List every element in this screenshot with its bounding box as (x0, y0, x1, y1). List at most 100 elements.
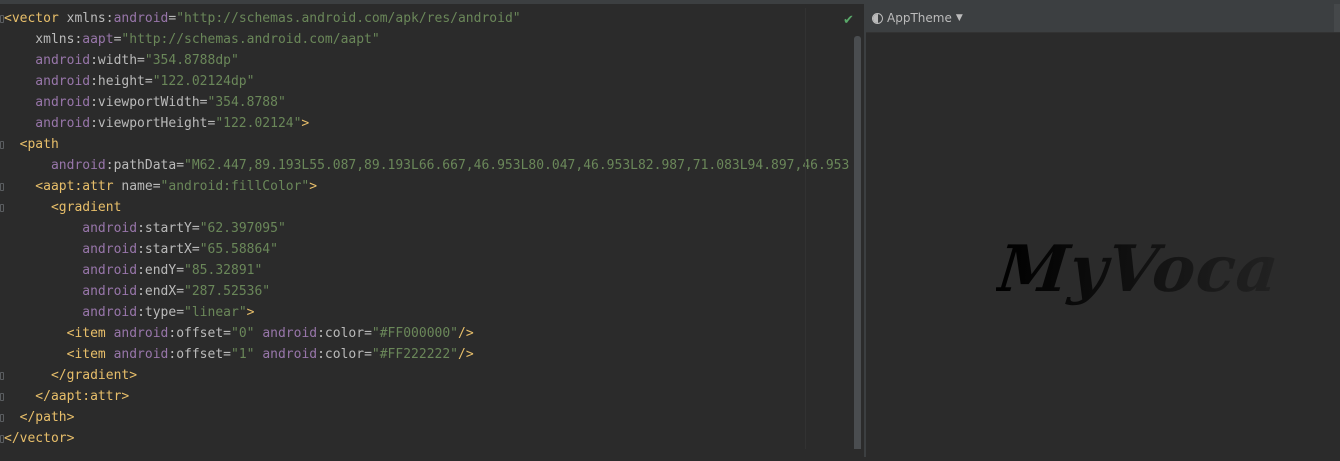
theme-icon (872, 12, 883, 24)
code-line[interactable]: android:type="linear"> (4, 302, 864, 323)
code-line[interactable]: <vector xmlns:android="http://schemas.an… (4, 8, 864, 29)
code-token: "M62.447,89.193L55.087,89.193L66.667,46.… (184, 158, 850, 173)
fold-marker-icon[interactable] (0, 435, 4, 443)
code-line[interactable]: android:viewportHeight="122.02124"> (4, 113, 864, 134)
code-token: android (4, 53, 91, 68)
code-token: android (4, 158, 106, 173)
code-token: "android:fillColor" (160, 179, 310, 194)
code-token: "65.58864" (199, 242, 278, 257)
code-line[interactable]: xmlns:aapt="http://schemas.android.com/a… (4, 29, 864, 50)
code-line[interactable]: android:startY="62.397095" (4, 218, 864, 239)
code-token: > (309, 179, 318, 194)
code-token: /> (458, 347, 474, 362)
code-token: android (4, 74, 91, 89)
code-token: android (113, 11, 169, 26)
code-token: :startY= (137, 221, 200, 236)
code-token: xmlns: (4, 32, 83, 47)
code-token: "85.32891" (184, 263, 263, 278)
code-token: :type= (137, 305, 185, 320)
code-line[interactable]: android:width="354.8788dp" (4, 50, 864, 71)
code-token: "354.8788dp" (144, 53, 239, 68)
code-token: </gradient> (4, 368, 138, 383)
code-token: android (4, 242, 138, 257)
code-token: :height= (90, 74, 153, 89)
code-token: android (4, 305, 138, 320)
code-token: android (4, 116, 91, 131)
code-token: </path> (4, 410, 75, 425)
code-token: "62.397095" (199, 221, 286, 236)
code-token: android (113, 347, 169, 362)
code-token: aapt (82, 32, 114, 47)
fold-marker-icon[interactable] (0, 204, 4, 212)
code-token: "122.02124" (215, 116, 302, 131)
code-token: <item (4, 326, 114, 341)
theme-selector[interactable]: AppTheme ▼ (872, 9, 963, 27)
code-token: android (4, 95, 91, 110)
code-line[interactable]: android:height="122.02124dp" (4, 71, 864, 92)
vertical-scrollbar[interactable] (854, 36, 861, 461)
code-token: :offset= (168, 347, 231, 362)
code-line[interactable]: android:viewportWidth="354.8788" (4, 92, 864, 113)
code-token: <gradient (4, 200, 122, 215)
code-token: "http://schemas.android.com/apk/res/andr… (176, 11, 521, 26)
fold-marker-icon[interactable] (0, 414, 4, 422)
code-token: :offset= (168, 326, 231, 341)
code-token: </aapt:attr> (4, 389, 130, 404)
code-token: android (262, 326, 318, 341)
code-line[interactable]: </gradient> (4, 365, 864, 386)
code-line[interactable]: </aapt:attr> (4, 386, 864, 407)
code-line[interactable]: <aapt:attr name="android:fillColor"> (4, 176, 864, 197)
code-token: :endX= (137, 284, 185, 299)
code-token: name= (121, 179, 161, 194)
code-token: android (262, 347, 318, 362)
code-line[interactable]: </path> (4, 407, 864, 428)
code-token: <path (4, 137, 59, 152)
code-line[interactable]: android:endX="287.52536" (4, 281, 864, 302)
code-token: "http://schemas.android.com/aapt" (121, 32, 380, 47)
code-token: android (113, 326, 169, 341)
code-line[interactable]: <gradient (4, 197, 864, 218)
code-token: :width= (90, 53, 145, 68)
code-token: "0" (231, 326, 263, 341)
code-token: > (246, 305, 255, 320)
code-token: android (4, 221, 138, 236)
code-token: :viewportWidth= (90, 95, 208, 110)
code-token: :startX= (137, 242, 200, 257)
fold-marker-icon[interactable] (0, 141, 4, 149)
code-token: "linear" (184, 305, 247, 320)
right-margin-guide (805, 8, 806, 449)
code-token: <aapt:attr (4, 179, 122, 194)
code-editor[interactable]: <vector xmlns:android="http://schemas.an… (0, 4, 864, 461)
code-token: "#FF000000" (371, 326, 458, 341)
code-line[interactable]: android:endY="85.32891" (4, 260, 864, 281)
code-token: android (4, 263, 138, 278)
check-icon[interactable]: ✔ (843, 13, 854, 28)
fold-marker-icon[interactable] (0, 393, 4, 401)
code-token: /> (458, 326, 474, 341)
code-token: :pathData= (105, 158, 185, 173)
horizontal-scrollbar[interactable] (0, 449, 864, 461)
code-line[interactable]: <item android:offset="0" android:color="… (4, 323, 864, 344)
code-line[interactable]: android:startX="65.58864" (4, 239, 864, 260)
code-line[interactable]: android:pathData="M62.447,89.193L55.087,… (4, 155, 864, 176)
code-token: > (301, 116, 310, 131)
code-token: "#FF222222" (371, 347, 458, 362)
code-token: </vector> (4, 431, 75, 446)
code-token: :endY= (137, 263, 185, 278)
chevron-down-icon: ▼ (955, 13, 963, 23)
code-line[interactable]: <item android:offset="1" android:color="… (4, 344, 864, 365)
fold-marker-icon[interactable] (0, 372, 4, 380)
toolbar-edge (1334, 4, 1340, 32)
theme-label: AppTheme (887, 11, 952, 25)
code-line[interactable]: </vector> (4, 428, 864, 448)
code-token: "287.52536" (184, 284, 271, 299)
code-token: :viewportHeight= (90, 116, 216, 131)
fold-marker-icon[interactable] (0, 15, 4, 23)
code-token: <item (4, 347, 114, 362)
code-line[interactable]: <path (4, 134, 864, 155)
code-area[interactable]: <vector xmlns:android="http://schemas.an… (4, 8, 864, 448)
fold-marker-icon[interactable] (0, 183, 4, 191)
code-token: <vector (4, 11, 67, 26)
vector-preview-logo: MyVoca (994, 232, 1283, 307)
code-token: "122.02124dp" (152, 74, 255, 89)
